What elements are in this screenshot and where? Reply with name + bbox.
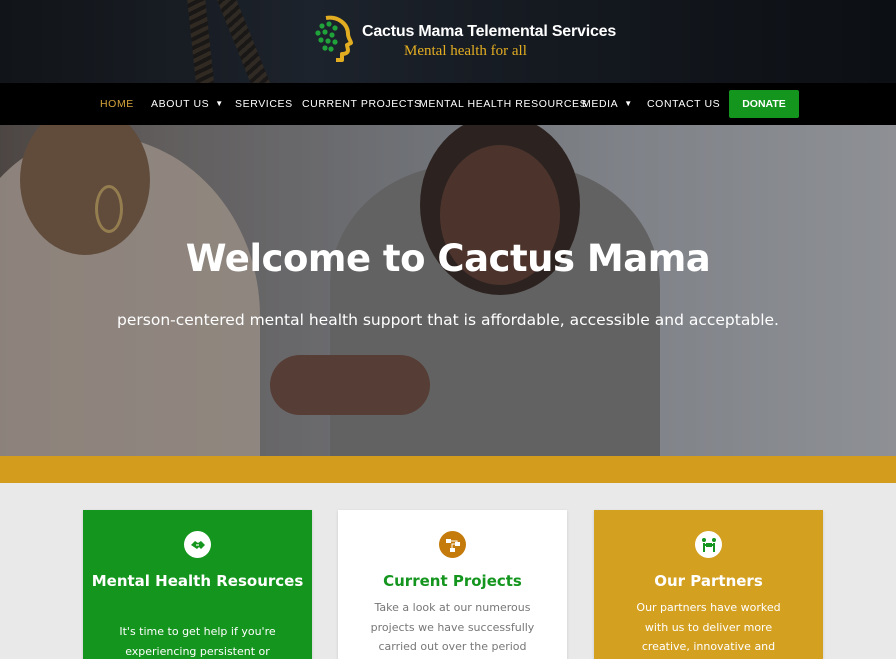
nav-item-contact-us[interactable]: CONTACT US (647, 83, 720, 125)
hero-overlay (0, 125, 896, 456)
chevron-down-icon: ▼ (624, 99, 633, 108)
nav-item-label: SERVICES (235, 98, 293, 110)
card-text: Take a look at our numerous projects we … (370, 601, 535, 653)
nav-item-about-us[interactable]: ABOUT US ▼ (151, 83, 224, 125)
nav-item-label: CONTACT US (647, 98, 721, 110)
nav-item-label: CURRENT PROJECTS (302, 98, 422, 110)
section-divider (0, 456, 896, 483)
handshake-icon (184, 531, 211, 558)
decorative-rope (216, 0, 274, 83)
hero-banner: Welcome to Cactus Mama person-centered m… (0, 125, 896, 456)
project-diagram-icon (439, 531, 466, 558)
chevron-down-icon: ▼ (215, 99, 224, 108)
brand-logo-link[interactable]: Cactus Mama Telemental Services Mental h… (312, 14, 616, 62)
cactus-mama-logo-icon (315, 15, 353, 62)
decorative-rope (186, 0, 216, 83)
card-text: Our partners have worked with us to deli… (636, 601, 781, 653)
card-our-partners[interactable]: Our Partners Our partners have worked wi… (594, 510, 823, 659)
card-mental-health-resources[interactable]: Mental Health Resources It's time to get… (83, 510, 312, 659)
nav-item-services[interactable]: SERVICES (235, 83, 293, 125)
nav-item-mental-health-resources[interactable]: MENTAL HEALTH RESOURCES (419, 83, 587, 125)
nav-item-label: MEDIA (582, 98, 619, 110)
card-current-projects[interactable]: Current Projects Take a look at our nume… (338, 510, 567, 659)
site-title: Cactus Mama Telemental Services (362, 23, 617, 40)
site-tagline: Mental health for all (404, 43, 527, 59)
nav-item-home[interactable]: HOME (100, 83, 134, 125)
donate-button[interactable]: DONATE (729, 90, 799, 118)
people-carry-icon (695, 531, 722, 558)
hero-title: Welcome to Cactus Mama (185, 237, 711, 280)
card-title: Our Partners (654, 572, 763, 590)
nav-item-media[interactable]: MEDIA ▼ (582, 83, 633, 125)
site-header: Cactus Mama Telemental Services Mental h… (0, 0, 896, 83)
nav-item-current-projects[interactable]: CURRENT PROJECTS (302, 83, 422, 125)
card-title: Current Projects (383, 572, 522, 590)
card-title: Mental Health Resources (91, 572, 304, 590)
nav-item-label: ABOUT US (151, 98, 210, 110)
hero-subtitle: person-centered mental health support th… (117, 311, 779, 329)
nav-item-label: MENTAL HEALTH RESOURCES (419, 98, 588, 110)
card-text: It's time to get help if you're experien… (119, 625, 276, 658)
nav-item-label: HOME (100, 98, 134, 110)
